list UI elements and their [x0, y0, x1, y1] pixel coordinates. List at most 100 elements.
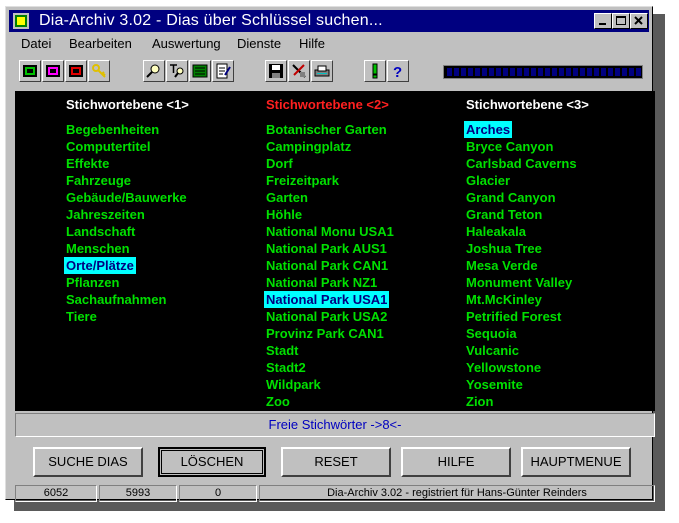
keyword-item[interactable]: Grand Teton: [464, 206, 544, 223]
keyword-item[interactable]: National Park AUS1: [264, 240, 389, 257]
menu-dienste[interactable]: Dienste: [237, 36, 281, 51]
keyword-item[interactable]: National Park USA2: [264, 308, 389, 325]
keyword-item[interactable]: Computertitel: [64, 138, 153, 155]
tools-icon: [292, 64, 306, 78]
keyword-item[interactable]: Glacier: [464, 172, 512, 189]
progress-segment: [510, 68, 515, 76]
progress-segment: [573, 68, 578, 76]
progress-segment: [629, 68, 634, 76]
maximize-button[interactable]: [612, 13, 630, 29]
keyword-item[interactable]: Vulcanic: [464, 342, 521, 359]
notepad-icon: [216, 63, 231, 79]
app-icon[interactable]: [13, 13, 29, 29]
menu-bearbeiten[interactable]: Bearbeiten: [69, 36, 132, 51]
keyword-item[interactable]: Joshua Tree: [464, 240, 544, 257]
delete-button[interactable]: LÖSCHEN: [158, 447, 266, 477]
zoom-text-icon: [170, 64, 184, 78]
tool-tools[interactable]: [288, 60, 310, 82]
progress-segment: [531, 68, 536, 76]
menu-auswertung[interactable]: Auswertung: [152, 36, 221, 51]
keyword-item[interactable]: Stadt2: [264, 359, 308, 376]
keyword-item[interactable]: Sachaufnahmen: [64, 291, 168, 308]
keyword-item[interactable]: Petrified Forest: [464, 308, 563, 325]
keyword-item[interactable]: Tiere: [64, 308, 99, 325]
progress-segment: [517, 68, 522, 76]
keyword-item[interactable]: Mt.McKinley: [464, 291, 544, 308]
keyword-item[interactable]: Gebäude/Bauwerke: [64, 189, 189, 206]
keyword-item[interactable]: Botanischer Garten: [264, 121, 389, 138]
keyword-item[interactable]: Orte/Plätze: [64, 257, 136, 274]
keyword-item[interactable]: National Park CAN1: [264, 257, 390, 274]
keyword-item[interactable]: Zion: [464, 393, 495, 410]
progress-segment: [475, 68, 480, 76]
menu-datei[interactable]: Datei: [21, 36, 51, 51]
tool-printer[interactable]: [311, 60, 333, 82]
keyword-item[interactable]: Menschen: [64, 240, 132, 257]
keyword-item[interactable]: Arches: [464, 121, 513, 138]
keyword-item[interactable]: Yellowstone: [464, 359, 543, 376]
progress-segment: [594, 68, 599, 76]
progress-segment: [580, 68, 585, 76]
exclamation-icon: [372, 63, 378, 79]
list-icon: [192, 64, 208, 78]
title-bar[interactable]: Dia-Archiv 3.02 - Dias über Schlüssel su…: [9, 10, 649, 32]
column-header-level-2: Stichwortebene <2>: [266, 97, 389, 112]
keyword-item[interactable]: Bryce Canyon: [464, 138, 555, 155]
keyword-item[interactable]: Grand Canyon: [464, 189, 558, 206]
keyword-item[interactable]: Höhle: [264, 206, 304, 223]
keyword-item[interactable]: Begebenheiten: [64, 121, 161, 138]
progress-segment: [503, 68, 508, 76]
keyword-item[interactable]: Garten: [264, 189, 310, 206]
keyword-item[interactable]: Monument Valley: [464, 274, 574, 291]
status-registration: Dia-Archiv 3.02 - registriert für Hans-G…: [259, 485, 655, 502]
progress-segment: [608, 68, 613, 76]
keyword-item[interactable]: Zoo: [264, 393, 292, 410]
keyword-item[interactable]: Stadt: [264, 342, 301, 359]
keyword-item[interactable]: National Monu USA1: [264, 223, 396, 240]
search-slides-button[interactable]: SUCHE DIAS: [33, 447, 143, 477]
progress-segment: [524, 68, 529, 76]
tool-key[interactable]: [88, 60, 110, 82]
keyword-item[interactable]: Dorf: [264, 155, 295, 172]
tool-notepad[interactable]: [212, 60, 234, 82]
minimize-button[interactable]: [594, 13, 612, 29]
keyword-item[interactable]: Effekte: [64, 155, 111, 172]
tool-list[interactable]: [189, 60, 211, 82]
keyword-item[interactable]: Freizeitpark: [264, 172, 341, 189]
question-icon: ?: [393, 64, 402, 79]
reset-button[interactable]: RESET: [281, 447, 391, 477]
main-menu-button[interactable]: HAUPTMENUE: [521, 447, 631, 477]
free-keywords-bar[interactable]: Freie Stichwörter ->8<-: [15, 413, 655, 437]
keyword-item[interactable]: Mesa Verde: [464, 257, 540, 274]
keyword-item[interactable]: Sequoia: [464, 325, 519, 342]
menu-hilfe[interactable]: Hilfe: [299, 36, 325, 51]
keyword-item[interactable]: National Park USA1: [264, 291, 390, 308]
tool-question[interactable]: ?: [387, 60, 409, 82]
keyword-item[interactable]: Haleakala: [464, 223, 528, 240]
keyword-item[interactable]: Wildpark: [264, 376, 323, 393]
keyword-item[interactable]: Landschaft: [64, 223, 137, 240]
tool-zoom[interactable]: [143, 60, 165, 82]
keyword-item[interactable]: Pflanzen: [64, 274, 121, 291]
keyword-item[interactable]: Yosemite: [464, 376, 525, 393]
keyword-item[interactable]: Campingplatz: [264, 138, 353, 155]
help-button[interactable]: HILFE: [401, 447, 511, 477]
keyword-item[interactable]: National Park NZ1: [264, 274, 379, 291]
close-button[interactable]: [630, 13, 648, 29]
column-header-level-1: Stichwortebene <1>: [66, 97, 189, 112]
tool-exclamation[interactable]: [364, 60, 386, 82]
status-count-2: 5993: [99, 485, 177, 502]
progress-segment: [559, 68, 564, 76]
keyword-item[interactable]: Carlsbad Caverns: [464, 155, 579, 172]
column-header-level-3: Stichwortebene <3>: [466, 97, 589, 112]
keyword-item[interactable]: Provinz Park CAN1: [264, 325, 386, 342]
keyword-item[interactable]: Jahreszeiten: [64, 206, 147, 223]
tool-frame-magenta[interactable]: [42, 60, 64, 82]
tool-frame-green[interactable]: [19, 60, 41, 82]
progress-segment: [461, 68, 466, 76]
tool-zoom-text[interactable]: [166, 60, 188, 82]
keyword-item[interactable]: Fahrzeuge: [64, 172, 133, 189]
tool-save[interactable]: [265, 60, 287, 82]
tool-frame-red[interactable]: [65, 60, 87, 82]
maximize-icon: [616, 16, 626, 25]
